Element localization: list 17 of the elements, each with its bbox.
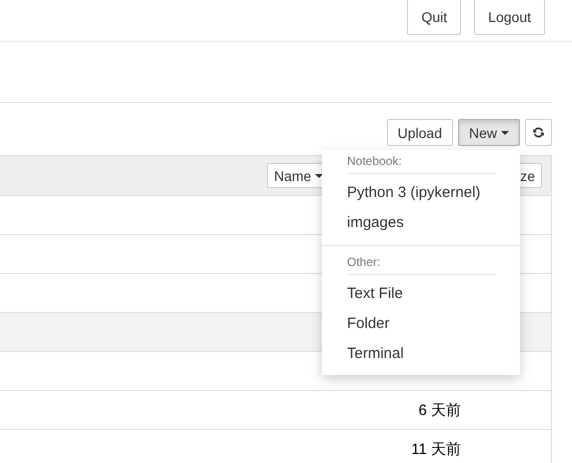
table-row[interactable]: 6 天前 xyxy=(0,391,551,430)
logout-button[interactable]: Logout xyxy=(474,0,545,35)
table-row[interactable]: 11 天前 xyxy=(0,430,551,463)
menu-item[interactable]: Folder xyxy=(322,309,520,339)
menu-item[interactable]: Text File xyxy=(322,279,520,309)
caret-icon xyxy=(501,130,509,134)
menu-heading: Other: xyxy=(347,253,495,275)
menu-item[interactable]: imgages xyxy=(322,208,520,238)
modified-time: 11 天前 xyxy=(411,440,461,458)
quit-button[interactable]: Quit xyxy=(407,0,462,35)
menu-heading: Notebook: xyxy=(347,152,495,174)
menu-item[interactable]: Terminal xyxy=(322,339,520,369)
new-button[interactable]: New xyxy=(458,119,520,146)
upload-button[interactable]: Upload xyxy=(386,119,453,146)
modified-time: 6 天前 xyxy=(418,400,461,420)
refresh-button[interactable] xyxy=(525,119,552,146)
refresh-icon xyxy=(532,126,545,139)
